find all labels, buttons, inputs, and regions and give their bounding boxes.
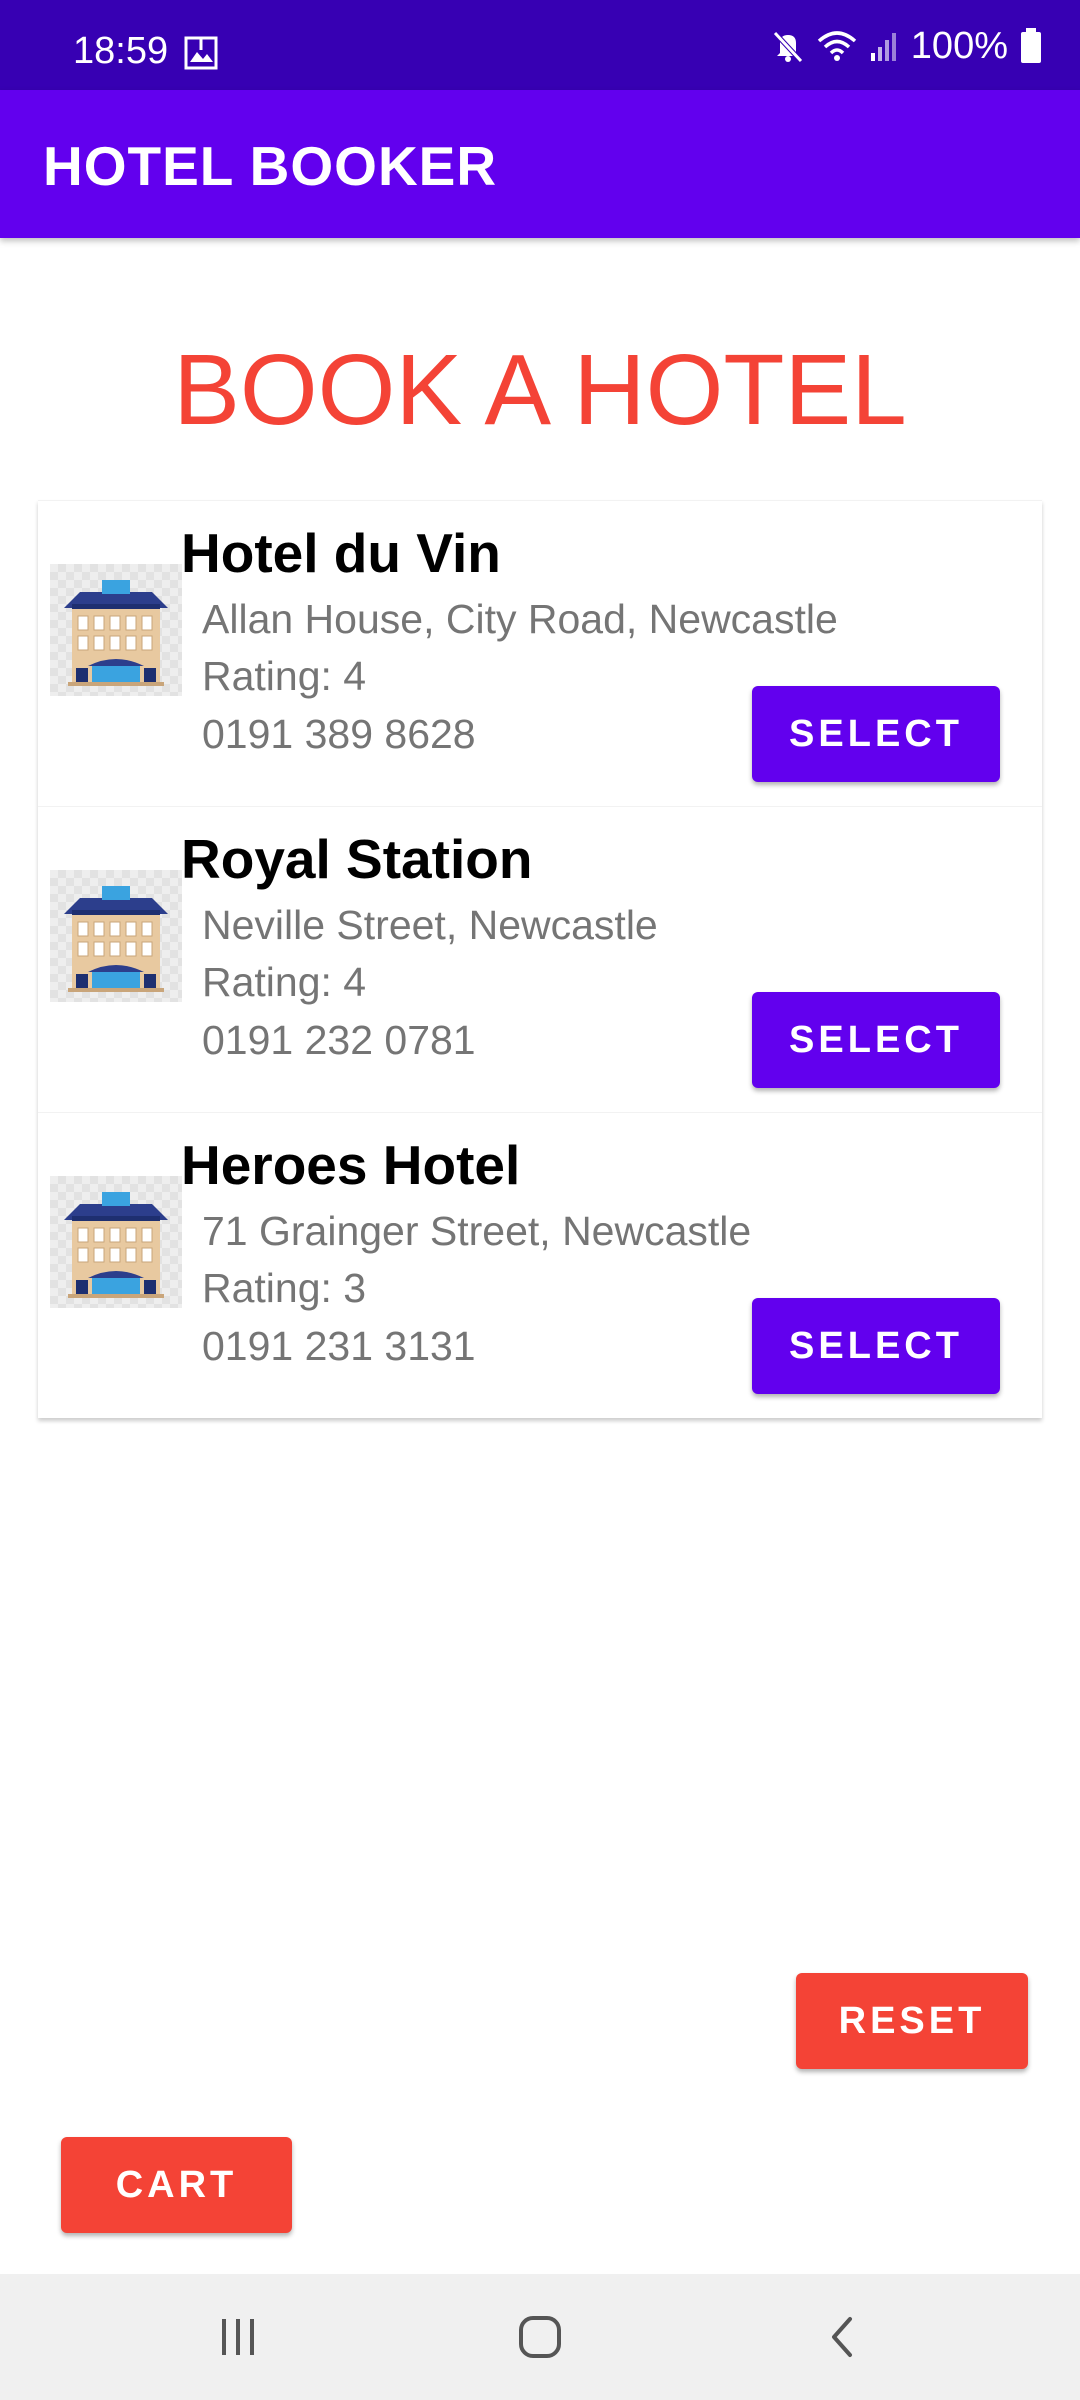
hotel-name: Hotel du Vin [181,522,501,584]
hotel-building-icon [50,870,182,1002]
select-button[interactable]: SELECT [752,686,1000,782]
recent-apps-icon[interactable] [178,2304,298,2370]
hotel-rating: Rating: 3 [202,1265,367,1311]
select-button[interactable]: SELECT [752,992,1000,1088]
home-icon[interactable] [480,2304,600,2370]
mute-icon [772,31,803,63]
hotel-address: 71 Grainger Street, Newcastle [202,1208,752,1254]
cart-button[interactable]: CART [61,2137,292,2233]
gallery-icon [184,36,218,70]
hotel-card: Heroes Hotel 71 Grainger Street, Newcast… [38,1112,1042,1417]
battery-percentage: 100% [910,24,1008,67]
reset-button[interactable]: RESET [796,1973,1028,2069]
hotel-phone: 0191 232 0781 [202,1017,476,1063]
page-heading: BOOK A HOTEL [173,334,907,446]
hotel-rating: Rating: 4 [202,959,367,1005]
hotel-building-icon [50,1176,182,1308]
select-button[interactable]: SELECT [752,1298,1000,1394]
status-time: 18:59 [73,30,169,72]
back-icon[interactable] [782,2304,902,2370]
hotel-address: Neville Street, Newcastle [202,902,658,948]
app-title: HOTEL BOOKER [43,135,498,197]
hotel-phone: 0191 231 3131 [202,1323,476,1369]
hotel-card: Royal Station Neville Street, Newcastle … [38,806,1042,1111]
status-icons: 100% [771,24,1042,67]
navigation-bar [0,2274,1080,2400]
hotel-building-icon [50,564,182,696]
hotel-list: Hotel du Vin Allan House, City Road, New… [38,500,1042,1418]
status-bar: 18:59 100% [0,0,1080,90]
hotel-name: Royal Station [181,828,533,890]
signal-icon [870,33,896,61]
hotel-rating: Rating: 4 [202,653,367,699]
hotel-card: Hotel du Vin Allan House, City Road, New… [38,500,1042,805]
hotel-phone: 0191 389 8628 [202,711,476,757]
hotel-address: Allan House, City Road, Newcastle [202,596,838,642]
hotel-name: Heroes Hotel [181,1134,521,1196]
wifi-icon [817,31,856,61]
app-bar: HOTEL BOOKER [0,90,1080,238]
battery-icon [1021,28,1041,63]
